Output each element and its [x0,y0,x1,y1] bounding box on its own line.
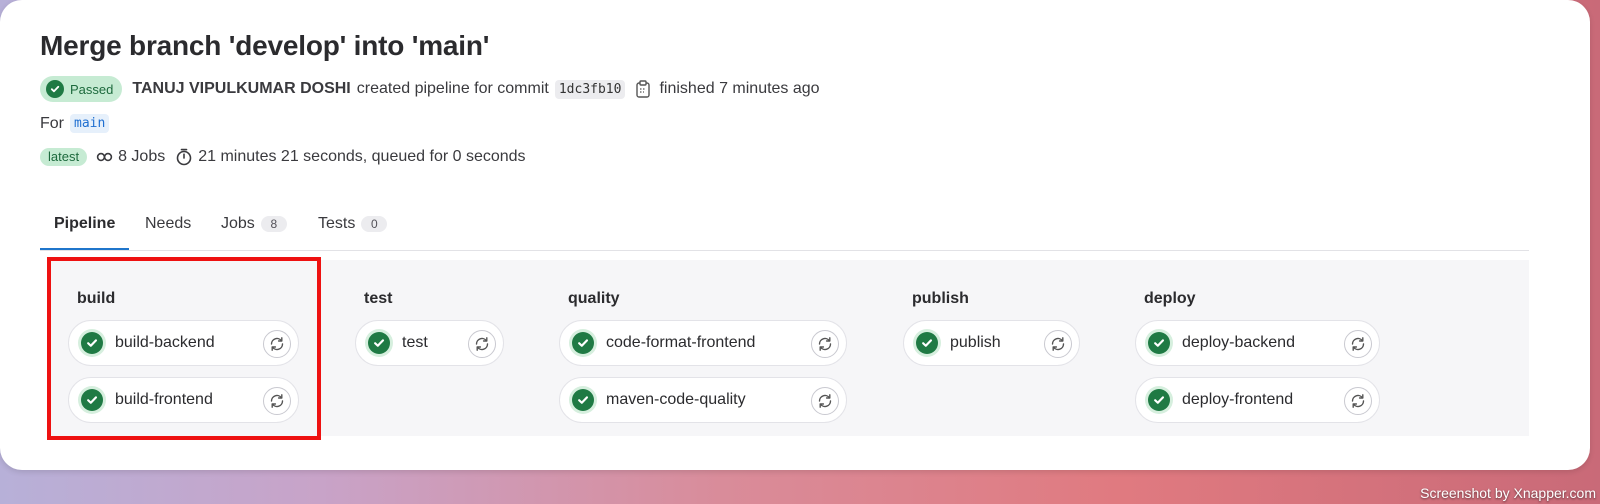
tab-needs[interactable]: Needs [131,200,205,248]
pipeline-tabs: Pipeline Needs Jobs 8 Tests 0 [40,200,1529,251]
pipeline-jobs-icon [96,152,113,162]
branch-row: For main [40,114,110,133]
job-label: test [402,334,428,351]
tab-tests[interactable]: Tests 0 [304,200,401,248]
stage-title-deploy: deploy [1144,290,1196,307]
job-label: deploy-frontend [1182,391,1294,408]
tab-label: Jobs [221,215,255,232]
status-badge[interactable]: Passed [40,76,123,102]
retry-icon[interactable] [1344,387,1372,415]
check-circle-icon [1148,389,1170,411]
stage-title-test: test [364,290,393,307]
latest-badge: latest [40,148,88,166]
check-circle-icon [572,389,594,411]
job-test[interactable]: test [355,320,504,366]
retry-icon[interactable] [1044,330,1072,358]
retry-icon[interactable] [1344,330,1372,358]
jobs-count: 8 Jobs [96,148,165,166]
page-title: Merge branch 'develop' into 'main' [40,30,490,61]
for-label: For [40,114,64,132]
created-text: created pipeline for commit [356,80,549,97]
check-circle-icon [368,332,390,354]
job-label: deploy-backend [1182,334,1295,351]
tab-count-badge: 8 [260,216,287,232]
job-code-format-frontend[interactable]: code-format-frontend [559,320,847,366]
tab-count-badge: 0 [361,216,388,232]
finished-text: finished 7 minutes ago [659,80,820,97]
job-publish[interactable]: publish [903,320,1080,366]
status-label: Passed [70,81,114,97]
clipboard-icon[interactable] [635,80,651,98]
commit-sha-link[interactable]: 1dc3fb10 [554,79,626,99]
pipeline-meta: Passed TANUJ VIPULKUMAR DOSHI created pi… [40,75,820,103]
author-link[interactable]: TANUJ VIPULKUMAR DOSHI [132,80,350,98]
job-label: code-format-frontend [606,334,756,351]
check-circle-icon [916,332,938,354]
check-circle-icon [572,332,594,354]
pipeline-card: Merge branch 'develop' into 'main' Passe… [0,0,1590,470]
job-deploy-backend[interactable]: deploy-backend [1135,320,1380,366]
branch-link[interactable]: main [70,114,110,133]
check-circle-icon [46,80,64,98]
duration-label: 21 minutes 21 seconds, queued for 0 seco… [198,148,526,165]
job-label: publish [950,334,1001,351]
tab-label: Tests [318,215,356,232]
tab-label: Needs [145,215,192,232]
tab-jobs[interactable]: Jobs 8 [207,200,301,248]
jobs-count-label: 8 Jobs [118,148,166,165]
stage-title-publish: publish [912,290,969,307]
retry-icon[interactable] [468,330,496,358]
tab-label: Pipeline [54,215,116,232]
tab-pipeline[interactable]: Pipeline [40,200,130,250]
job-deploy-frontend[interactable]: deploy-frontend [1135,377,1380,423]
timer-icon [176,148,192,166]
job-maven-code-quality[interactable]: maven-code-quality [559,377,847,423]
build-stage-highlight [47,257,321,440]
check-circle-icon [1148,332,1170,354]
pipeline-info: latest 8 Jobs 21 minutes 21 seconds, que… [40,148,526,166]
duration: 21 minutes 21 seconds, queued for 0 seco… [175,148,526,166]
stage-title-quality: quality [568,290,620,307]
retry-icon[interactable] [811,330,839,358]
job-label: maven-code-quality [606,391,746,408]
retry-icon[interactable] [811,387,839,415]
watermark: Screenshot by Xnapper.com [1420,485,1596,501]
